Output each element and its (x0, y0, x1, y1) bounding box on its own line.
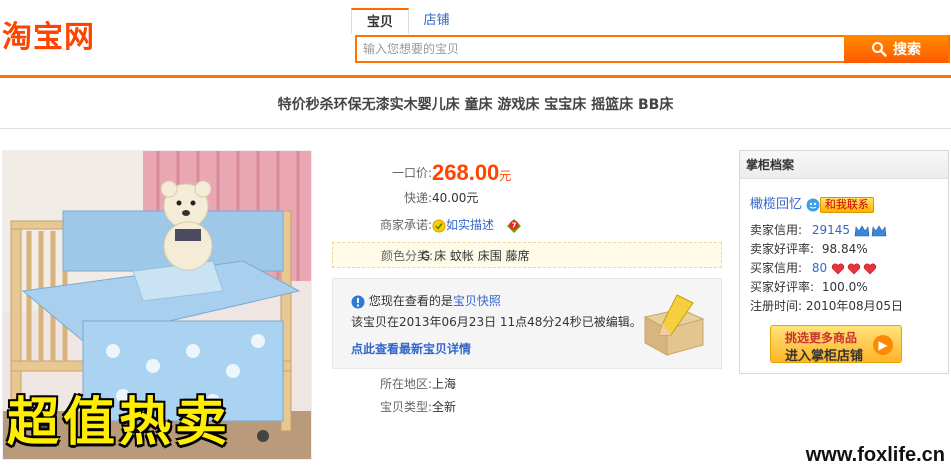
promise-row: 商家承诺: 如实描述 7 (332, 213, 722, 237)
latest-details-link[interactable]: 点此查看最新宝贝详情 (351, 339, 471, 359)
enter-shop-line1: 挑选更多商品 (785, 331, 858, 345)
register-row: 注册时间: 2010年08月05日 (750, 297, 903, 315)
buyer-credit-row: 买家信用: 80 (750, 259, 879, 277)
seller-rate-label: 卖家好评率: (750, 242, 815, 256)
search-icon (872, 42, 887, 57)
color-label: 颜色分类: (380, 249, 433, 263)
type-label: 宝贝类型: (379, 400, 432, 414)
buyer-rate-value: 100.0% (821, 280, 868, 294)
search-area: 宝贝 店铺 搜索 (351, 8, 950, 68)
seller-panel: 掌柜档案 橄榄回忆 和我联系 卖家信用: 29145 卖家好评率: 98.84%… (739, 150, 949, 374)
register-value: 2010年08月05日 (805, 299, 903, 313)
notice-line2: 该宝贝在2013年06月23日 11点48分24秒已被编辑。 (351, 315, 642, 329)
color-value[interactable]: G 床 蚊帐 床围 藤席 (421, 243, 530, 269)
header-divider (0, 75, 951, 78)
shipping-label: 快递: (403, 191, 432, 205)
wangwang-icon[interactable] (806, 198, 820, 212)
price-row: 一口价: 268.00元 (332, 158, 722, 188)
price-unit: 元 (499, 169, 512, 183)
location-row: 所在地区: 上海 (332, 372, 722, 396)
search-box: 搜索 (355, 35, 950, 63)
promise-label: 商家承诺: (379, 218, 432, 232)
taobao-logo[interactable]: 淘宝网 (2, 18, 95, 58)
product-title: 特价秒杀环保无漆实木婴儿床 童床 游戏床 宝宝床 摇篮床 BB床 (277, 97, 674, 113)
location-value: 上海 (432, 377, 457, 391)
seller-name-row: 橄榄回忆 和我联系 (750, 195, 874, 213)
heart-icon (831, 263, 877, 274)
seller-name[interactable]: 橄榄回忆 (750, 197, 802, 212)
promise-value: 如实描述 7 (432, 213, 522, 237)
type-value: 全新 (432, 400, 457, 414)
enter-shop-line2: 进入掌柜店铺 (785, 349, 864, 364)
search-button-label: 搜索 (893, 42, 921, 58)
product-image[interactable]: 超值热卖 (2, 150, 312, 460)
info-icon (351, 295, 365, 308)
latest-details-link-text[interactable]: 点此查看最新宝贝详情 (351, 342, 471, 356)
search-input[interactable] (357, 37, 844, 61)
shipping-row: 快递: 40.00元 (332, 186, 722, 210)
promise-icon (432, 219, 446, 232)
notice-line1: 您现在查看的是宝贝快照 (351, 291, 501, 311)
color-row: 颜色分类: G 床 蚊帐 床围 藤席 (332, 242, 722, 268)
seller-rate-row: 卖家好评率: 98.84% (750, 240, 868, 258)
box-pencil-icon (643, 294, 705, 356)
seller-rate-value: 98.84% (821, 242, 868, 256)
crown-icon (854, 224, 887, 236)
buyer-credit-value[interactable]: 80 (812, 261, 827, 275)
buyer-rate-row: 买家好评率: 100.0% (750, 278, 868, 296)
seller-panel-header: 掌柜档案 (740, 151, 948, 179)
snapshot-notice: 您现在查看的是宝贝快照 该宝贝在2013年06月23日 11点48分24秒已被编… (332, 278, 722, 369)
location-label: 所在地区: (379, 377, 432, 391)
price-label: 一口价: (391, 166, 432, 180)
enter-shop-button[interactable]: 挑选更多商品 进入掌柜店铺 ▶ (770, 325, 902, 364)
buyer-credit-label: 买家信用: (750, 261, 803, 275)
tab-item[interactable]: 宝贝 (351, 8, 409, 34)
type-row: 宝贝类型: 全新 (332, 395, 722, 419)
buyer-rate-label: 买家好评率: (750, 280, 815, 294)
seller-credit-value[interactable]: 29145 (812, 223, 850, 237)
tab-shop[interactable]: 店铺 (409, 8, 464, 34)
search-button[interactable]: 搜索 (844, 35, 948, 63)
seller-credit-row: 卖家信用: 29145 (750, 221, 888, 239)
promo-banner: 超值热卖 (7, 392, 232, 453)
promise-link[interactable]: 如实描述 (446, 218, 494, 232)
snapshot-link[interactable]: 宝贝快照 (453, 294, 501, 308)
title-divider (0, 128, 951, 129)
contact-button[interactable]: 和我联系 (819, 196, 874, 213)
watermark: www.foxlife.cn (805, 444, 945, 466)
seven-day-return-icon[interactable]: 7 (506, 218, 522, 234)
arrow-right-icon: ▶ (873, 335, 893, 355)
shipping-value: 40.00元 (432, 191, 479, 205)
register-label: 注册时间: (750, 299, 803, 313)
svg-text:7: 7 (511, 221, 516, 229)
seller-credit-label: 卖家信用: (750, 223, 803, 237)
price-amount: 268.00 (432, 160, 500, 185)
notice-prefix: 您现在查看的是 (368, 294, 453, 308)
